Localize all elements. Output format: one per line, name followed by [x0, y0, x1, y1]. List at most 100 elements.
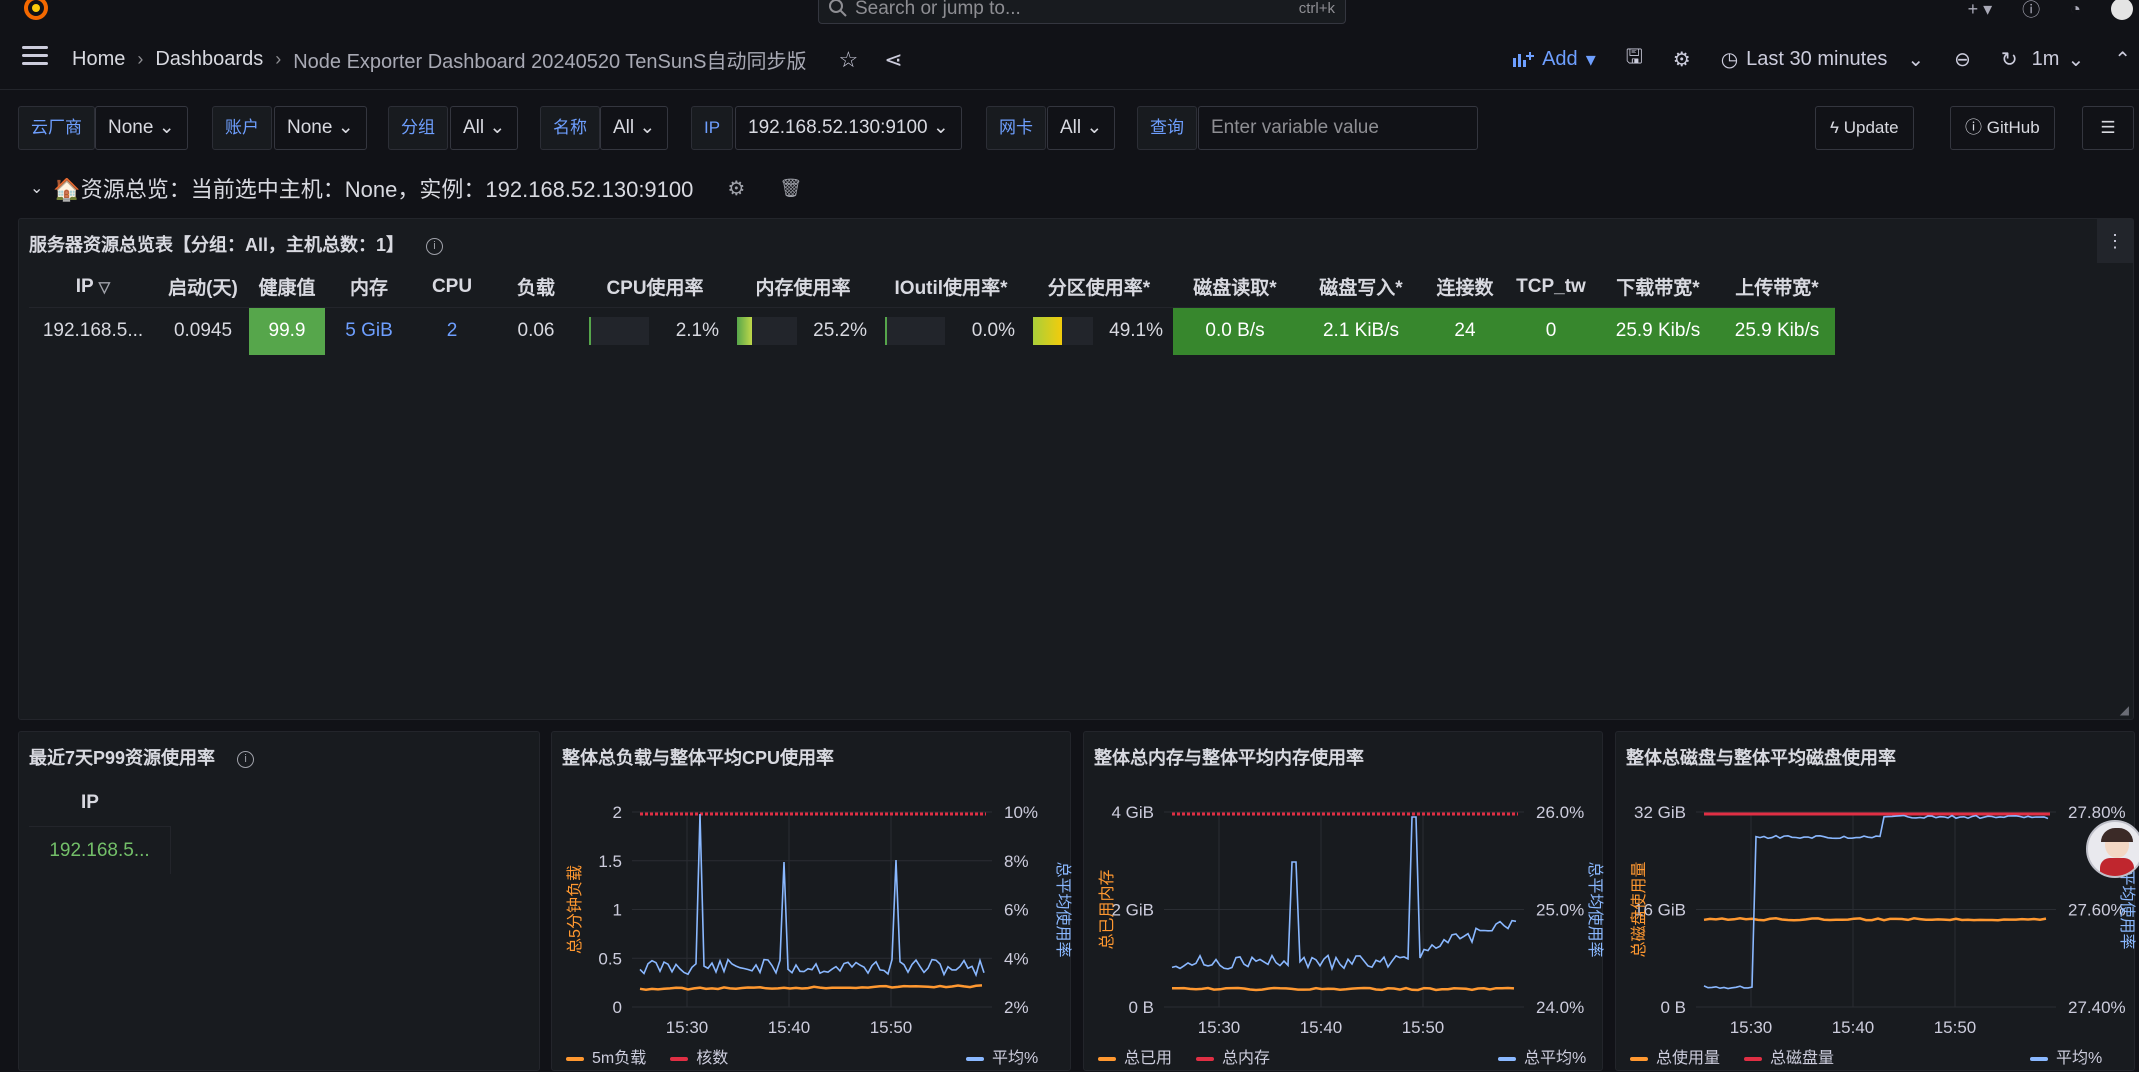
search-icon: [829, 0, 847, 17]
resize-handle-icon[interactable]: ◢: [2120, 703, 2129, 717]
col-header[interactable]: 上传带宽*: [1719, 267, 1835, 307]
github-button[interactable]: ⓘ GitHub: [1950, 106, 2055, 150]
var-value: 192.168.52.130:9100: [748, 117, 928, 138]
dashboard-links-menu-icon[interactable]: ☰: [2082, 106, 2134, 150]
grafana-logo-icon[interactable]: [22, 0, 50, 22]
p99-panel: 最近7天P99资源使用率 i IP 192.168.5...: [18, 731, 540, 1071]
row-header[interactable]: ⌄ 🏠资源总览：当前选中主机：None，实例：192.168.52.130:91…: [30, 172, 802, 204]
legend-label: 平均%: [992, 1050, 1039, 1067]
star-icon[interactable]: ☆: [838, 47, 858, 73]
col-header[interactable]: 磁盘写入*: [1297, 267, 1425, 307]
var-select-account[interactable]: None ⌄: [274, 106, 367, 150]
info-icon[interactable]: i: [237, 750, 255, 768]
chevron-down-icon[interactable]: ⌄: [30, 178, 43, 198]
chart-canvas[interactable]: 32 GiB16 GiB0 B27.80%27.60%27.40%15:30 15…: [1616, 732, 2136, 1072]
series-line-used: [1172, 986, 1515, 992]
refresh-interval[interactable]: 1m ⌄: [2032, 47, 2085, 72]
cell-cpu-usage: 2.1%: [581, 306, 729, 355]
col-header[interactable]: 内存使用率: [729, 267, 877, 307]
table-header-row: IP ▽ 启动(天) 健康值 内存 CPU 负载 CPU使用率 内存使用率 IO…: [29, 267, 1835, 307]
save-icon[interactable]: 🖫: [1626, 42, 1643, 76]
gear-icon[interactable]: ⚙: [1673, 47, 1691, 72]
var-select-group[interactable]: All ⌄: [450, 106, 519, 150]
col-header[interactable]: 磁盘读取*: [1173, 267, 1297, 307]
partition-bar: [1033, 317, 1093, 346]
mem-usage-text: 25.2%: [813, 320, 867, 342]
y-tick-label: 1: [613, 901, 622, 920]
y-tick-label: 4 GiB: [1111, 803, 1154, 822]
info-icon[interactable]: i: [426, 237, 444, 255]
col-header[interactable]: IP ▽: [29, 267, 157, 307]
col-header[interactable]: 健康值: [249, 267, 325, 307]
cell-cpu: 2: [413, 306, 491, 355]
legend-item[interactable]: 5m负载: [566, 1044, 646, 1068]
y-tick-label: 2 GiB: [1111, 901, 1154, 920]
zoom-out-icon[interactable]: ⊖: [1954, 47, 1971, 72]
var-query-input[interactable]: Enter variable value: [1198, 106, 1478, 150]
y-axis-label: 总5分钟负载: [566, 865, 584, 954]
help-icon[interactable]: ⓘ: [2022, 0, 2040, 22]
breadcrumb-home[interactable]: Home: [72, 48, 125, 71]
p99-header[interactable]: IP: [29, 792, 151, 814]
y-tick-label: 32 GiB: [1634, 803, 1686, 822]
profile-avatar[interactable]: [2111, 0, 2133, 20]
plus-icon[interactable]: + ▾: [1968, 0, 1993, 20]
chart-canvas[interactable]: 4 GiB 2 GiB 0 B 26.0% 25.0% 24.0% 15:30 15:40 15…: [1084, 732, 1604, 1072]
col-header[interactable]: CPU: [413, 267, 491, 307]
breadcrumb-current: Node Exporter Dashboard 20240520 TenSunS…: [293, 51, 807, 73]
col-header[interactable]: CPU使用率: [581, 267, 729, 307]
legend-item[interactable]: 平均%: [966, 1044, 1038, 1068]
share-icon[interactable]: ⋖: [884, 47, 902, 73]
col-header[interactable]: 内存: [325, 267, 413, 307]
filter-icon[interactable]: ▽: [99, 279, 111, 296]
rss-icon[interactable]: ◔: [2070, 0, 2081, 20]
search-input[interactable]: Search or jump to... ctrl+k: [818, 0, 1346, 24]
legend-item[interactable]: 总内存: [1196, 1044, 1270, 1068]
collapse-icon[interactable]: ⌃: [2114, 47, 2131, 72]
partition-text: 49.1%: [1109, 320, 1163, 342]
col-header[interactable]: IOutil使用率*: [877, 267, 1025, 307]
col-header[interactable]: 负载: [491, 267, 581, 307]
panel-menu-icon[interactable]: ⋮: [2097, 219, 2133, 263]
legend-item[interactable]: 总使用量: [1630, 1044, 1720, 1068]
legend-item[interactable]: 平均%: [2030, 1044, 2102, 1068]
breadcrumb-dashboards[interactable]: Dashboards: [155, 48, 263, 71]
cell-ip[interactable]: 192.168.5...: [29, 306, 157, 355]
add-button[interactable]: Add ▾: [1512, 47, 1596, 72]
var-select-ip[interactable]: 192.168.52.130:9100 ⌄: [735, 106, 962, 150]
legend-swatch: [566, 1056, 584, 1061]
legend-item[interactable]: 总已用: [1098, 1044, 1172, 1068]
x-tick-label: 15:30: [1198, 1018, 1241, 1037]
time-picker[interactable]: ◷ Last 30 minutes ⌄: [1721, 47, 1924, 72]
legend-label: 总平均%: [1524, 1050, 1587, 1067]
x-tick-label: 15:50: [870, 1018, 913, 1037]
legend-item[interactable]: 核数: [670, 1044, 728, 1068]
menu-icon[interactable]: [22, 46, 48, 66]
assistant-avatar[interactable]: [2086, 820, 2139, 878]
chart-canvas[interactable]: 2 1.5 1 0.5 0 10% 8% 6% 4% 2% 15:30 15:40 15:50 总5分钟负…: [552, 732, 1072, 1072]
p99-ip-cell[interactable]: 192.168.5...: [29, 826, 171, 874]
col-header[interactable]: 下载带宽*: [1597, 267, 1719, 307]
col-header[interactable]: 连接数: [1425, 267, 1505, 307]
lightning-icon: ϟ: [1830, 118, 1844, 137]
y-tick-label: 0 B: [1128, 998, 1154, 1017]
var-select-cloud[interactable]: None ⌄: [95, 106, 188, 150]
col-header[interactable]: 启动(天): [157, 267, 249, 307]
var-select-name[interactable]: All ⌄: [600, 106, 669, 150]
refresh-icon[interactable]: ↻: [2001, 47, 2018, 72]
nav-actions: Add ▾ 🖫 ⚙ ◷ Last 30 minutes ⌄ ⊖ ↻ 1m ⌄ ⌃: [1482, 42, 2139, 76]
ioutil-bar-fill: [885, 317, 887, 346]
legend-item[interactable]: 总磁盘量: [1744, 1044, 1834, 1068]
trash-icon[interactable]: 🗑: [779, 178, 802, 199]
update-button[interactable]: ϟ Update: [1815, 106, 1914, 150]
var-select-nic[interactable]: All ⌄: [1047, 106, 1116, 150]
col-header[interactable]: 分区使用率*: [1025, 267, 1173, 307]
var-label-nic: 网卡: [986, 106, 1046, 150]
legend-item[interactable]: 总平均%: [1498, 1044, 1586, 1068]
y2-tick-label: 25.0%: [1536, 901, 1584, 920]
gear-icon[interactable]: ⚙: [727, 176, 745, 201]
col-header[interactable]: TCP_tw: [1505, 267, 1597, 307]
y2-tick-label: 2%: [1004, 998, 1029, 1017]
search-shortcut: ctrl+k: [1298, 0, 1335, 17]
chart-panel-disk: 整体总磁盘与整体平均磁盘使用率 32 GiB 16 GiB 0 B 27.80% 27.…: [1615, 731, 2136, 1072]
